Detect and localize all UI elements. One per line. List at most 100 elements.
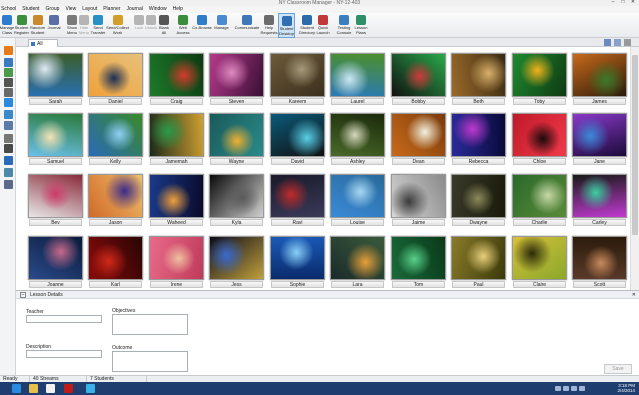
student-thumbnail[interactable]: Waheed bbox=[149, 174, 204, 230]
student-thumbnail[interactable]: Ravi bbox=[270, 174, 325, 230]
menu-view[interactable]: View bbox=[65, 6, 76, 13]
monitor-icon[interactable] bbox=[4, 121, 13, 130]
desktop-preview[interactable] bbox=[330, 236, 385, 280]
view-icon[interactable] bbox=[604, 39, 611, 46]
student-thumbnail[interactable]: Bobby bbox=[391, 53, 446, 109]
student-thumbnail[interactable]: Craig bbox=[149, 53, 204, 109]
classroom-manager-icon[interactable] bbox=[86, 384, 95, 393]
desktop-preview[interactable] bbox=[28, 53, 83, 97]
student-thumbnail[interactable]: Samuel bbox=[28, 113, 83, 169]
student-thumbnail[interactable]: Charlie bbox=[512, 174, 567, 230]
help-requests-button[interactable]: Help Requests bbox=[260, 13, 278, 38]
menu-window[interactable]: Window bbox=[149, 6, 167, 13]
desktop-preview[interactable] bbox=[149, 236, 204, 280]
class-icon[interactable] bbox=[4, 58, 13, 67]
web-access-button[interactable]: Web Access bbox=[175, 13, 191, 38]
desktop-preview[interactable] bbox=[209, 113, 264, 157]
desktop-preview[interactable] bbox=[512, 53, 567, 97]
usb-icon[interactable] bbox=[4, 144, 13, 153]
info-icon[interactable] bbox=[4, 156, 13, 165]
student-register-button[interactable]: Student Register bbox=[14, 13, 29, 38]
desktop-preview[interactable] bbox=[451, 53, 506, 97]
student-thumbnail[interactable]: Jason bbox=[88, 174, 143, 230]
folder-icon[interactable] bbox=[29, 384, 38, 393]
student-thumbnail[interactable]: Laurel bbox=[330, 53, 385, 109]
tab-all[interactable]: All bbox=[28, 39, 58, 47]
desktop-preview[interactable] bbox=[391, 53, 446, 97]
desktop-preview[interactable] bbox=[149, 53, 204, 97]
volume-icon[interactable] bbox=[579, 386, 585, 391]
desktop-preview[interactable] bbox=[572, 53, 627, 97]
minimize-button[interactable]: – bbox=[609, 0, 617, 5]
communicate-button[interactable]: Communicate bbox=[234, 13, 260, 38]
keyboard-icon[interactable] bbox=[555, 386, 561, 391]
student-thumbnail[interactable]: Jaime bbox=[391, 174, 446, 230]
amazon-icon[interactable] bbox=[46, 384, 55, 393]
desktop-preview[interactable] bbox=[88, 53, 143, 97]
desktop-preview[interactable] bbox=[572, 174, 627, 218]
outcome-field[interactable] bbox=[112, 351, 188, 372]
student-thumbnail[interactable]: Irene bbox=[149, 236, 204, 292]
settings-icon[interactable] bbox=[624, 39, 631, 46]
student-thumbnail[interactable]: Jess bbox=[209, 236, 264, 292]
menu-help[interactable]: Help bbox=[173, 6, 183, 13]
close-icon[interactable]: ✕ bbox=[632, 291, 636, 299]
lesson-details-header[interactable]: − Lesson Details ✕ bbox=[16, 291, 639, 299]
student-thumbnail[interactable]: Wayne bbox=[209, 113, 264, 169]
teacher-field[interactable] bbox=[26, 315, 102, 323]
desktop-preview[interactable] bbox=[330, 113, 385, 157]
desktop-preview[interactable] bbox=[451, 236, 506, 280]
desktop-preview[interactable] bbox=[209, 236, 264, 280]
apps-icon[interactable] bbox=[4, 110, 13, 119]
flag-icon[interactable] bbox=[563, 386, 569, 391]
student-thumbnail[interactable]: Claire bbox=[512, 236, 567, 292]
desktop-preview[interactable] bbox=[88, 236, 143, 280]
menu-school[interactable]: School bbox=[1, 6, 16, 13]
student-thumbnail[interactable]: Chloe bbox=[512, 113, 567, 169]
desktop-preview[interactable] bbox=[209, 53, 264, 97]
print-icon[interactable] bbox=[4, 134, 13, 143]
headset-icon[interactable] bbox=[4, 78, 13, 87]
manage-class-button[interactable]: Manage Class bbox=[0, 13, 14, 38]
desktop-preview[interactable] bbox=[28, 113, 83, 157]
description-field[interactable] bbox=[26, 350, 102, 358]
clock[interactable]: 3:18 PM 2/4/2014 bbox=[617, 383, 635, 393]
desktop-preview[interactable] bbox=[270, 236, 325, 280]
hide-menu-button[interactable]: Hide Menu bbox=[78, 13, 90, 38]
student-thumbnail[interactable]: Kelly bbox=[88, 113, 143, 169]
desktop-preview[interactable] bbox=[28, 236, 83, 280]
desktop-preview[interactable] bbox=[391, 174, 446, 218]
menu-group[interactable]: Group bbox=[46, 6, 60, 13]
student-thumbnail[interactable]: Daniel bbox=[88, 53, 143, 109]
student-thumbnail[interactable]: Lara bbox=[330, 236, 385, 292]
maximize-button[interactable]: □ bbox=[619, 0, 627, 5]
close-button[interactable]: ✕ bbox=[629, 0, 637, 5]
network-icon[interactable] bbox=[571, 386, 577, 391]
journal-button[interactable]: Journal bbox=[46, 13, 62, 38]
student-thumbnail[interactable]: Dean bbox=[391, 113, 446, 169]
desktop-preview[interactable] bbox=[88, 113, 143, 157]
audio-icon[interactable] bbox=[4, 88, 13, 97]
desktop-preview[interactable] bbox=[391, 113, 446, 157]
student-thumbnail[interactable]: Sophie bbox=[270, 236, 325, 292]
desktop-preview[interactable] bbox=[270, 174, 325, 218]
student-thumbnail[interactable]: James bbox=[572, 53, 627, 109]
student-directory-button[interactable]: Student Directory bbox=[299, 13, 315, 38]
mcafee-icon[interactable] bbox=[64, 384, 73, 393]
menu-student[interactable]: Student bbox=[22, 6, 39, 13]
ie-icon[interactable] bbox=[12, 384, 21, 393]
save-button[interactable]: Save bbox=[604, 364, 632, 374]
lock-button[interactable]: Lock bbox=[133, 13, 145, 38]
menu-journal[interactable]: Journal bbox=[126, 6, 142, 13]
objectives-field[interactable] bbox=[112, 314, 188, 335]
unlock-button[interactable]: Unlock bbox=[145, 13, 157, 38]
desktop-preview[interactable] bbox=[330, 53, 385, 97]
send-transfer-button[interactable]: Send Transfer bbox=[90, 13, 106, 38]
desktop-preview[interactable] bbox=[572, 236, 627, 280]
desktop-preview[interactable] bbox=[209, 174, 264, 218]
student-thumbnail[interactable]: Tom bbox=[391, 236, 446, 292]
random-student-button[interactable]: Random Student bbox=[29, 13, 46, 38]
desktop-preview[interactable] bbox=[451, 174, 506, 218]
show-menu-button[interactable]: Show Menu bbox=[66, 13, 78, 38]
desktop-preview[interactable] bbox=[149, 113, 204, 157]
